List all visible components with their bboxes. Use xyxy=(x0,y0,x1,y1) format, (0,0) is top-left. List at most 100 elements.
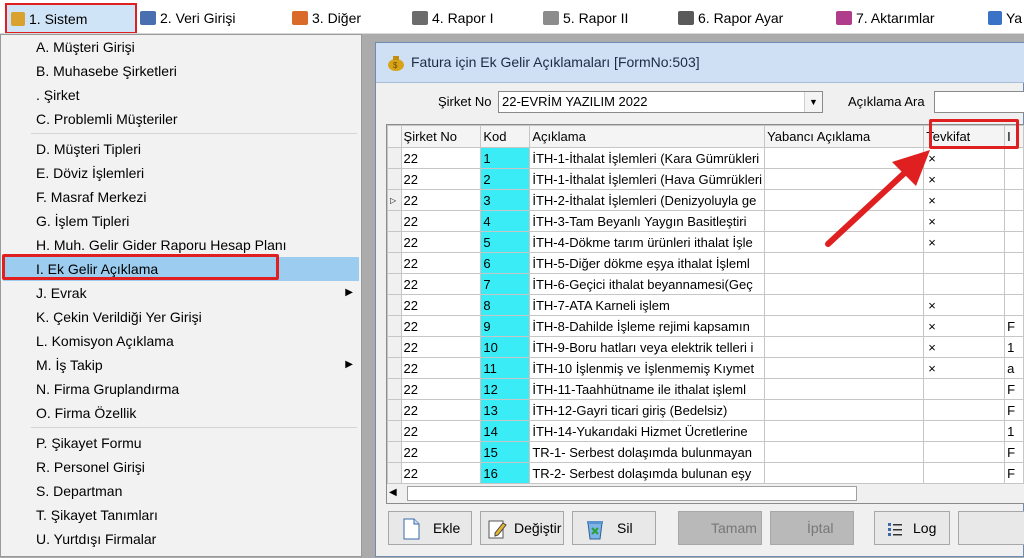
col-aciklama[interactable]: Açıklama xyxy=(529,125,766,148)
cell-kod[interactable]: 9 xyxy=(480,315,531,337)
cell-kod[interactable]: 14 xyxy=(480,420,531,442)
cell-tevkifat[interactable]: × xyxy=(923,336,1006,358)
menu-item-yurtdisi-firmalar[interactable]: U. Yurtdışı Firmalar xyxy=(3,527,359,551)
menu-item-masraf-merkezi[interactable]: F. Masraf Merkezi xyxy=(3,185,359,209)
cell-extra[interactable]: a xyxy=(1004,357,1024,379)
cell-yabanci-aciklama[interactable] xyxy=(764,273,925,295)
cell-extra[interactable]: 1 xyxy=(1004,420,1024,442)
table-row[interactable]: 22 6 İTH-5-Diğer dökme eşya ithalat İşleml xyxy=(387,252,1024,274)
cell-kod[interactable]: 7 xyxy=(480,273,531,295)
cell-kod[interactable]: 5 xyxy=(480,231,531,253)
table-row[interactable]: 22 10 İTH-9-Boru hatları veya elektrik tel… xyxy=(387,336,1024,358)
menu-item-komisyon-aciklama[interactable]: L. Komisyon Açıklama xyxy=(3,329,359,353)
extra-button[interactable] xyxy=(958,511,1024,545)
menu-item-firma-ozellik[interactable]: O. Firma Özellik xyxy=(3,401,359,425)
cell-sirket-no[interactable]: 22 xyxy=(400,441,482,463)
cell-sirket-no[interactable]: 22 xyxy=(400,210,482,232)
cell-kod[interactable]: 15 xyxy=(480,441,531,463)
cell-tevkifat[interactable] xyxy=(923,252,1006,274)
cell-tevkifat[interactable] xyxy=(923,378,1006,400)
cell-aciklama[interactable]: İTH-3-Tam Beyanlı Yaygın Basitleştiri xyxy=(529,210,766,232)
cell-tevkifat[interactable] xyxy=(923,273,1006,295)
cell-sirket-no[interactable]: 22 xyxy=(400,462,482,484)
table-row[interactable]: 22 12 İTH-11-Taahhütname ile ithalat işlem… xyxy=(387,378,1024,400)
cell-aciklama[interactable]: TR-1- Serbest dolaşımda bulunmayan xyxy=(529,441,766,463)
menu-item-cek-verilen-yer[interactable]: K. Çekin Verildiği Yer Girişi xyxy=(3,305,359,329)
cell-yabanci-aciklama[interactable] xyxy=(764,315,925,337)
cell-kod[interactable]: 3 xyxy=(480,189,531,211)
cell-sirket-no[interactable]: 22 xyxy=(400,189,482,211)
menu-item-sirket[interactable]: . Şirket xyxy=(3,83,359,107)
cell-kod[interactable]: 1 xyxy=(480,147,531,169)
cell-sirket-no[interactable]: 22 xyxy=(400,231,482,253)
cell-sirket-no[interactable]: 22 xyxy=(400,273,482,295)
cell-kod[interactable]: 12 xyxy=(480,378,531,400)
cell-tevkifat[interactable]: × xyxy=(923,294,1006,316)
cell-extra[interactable]: F xyxy=(1004,462,1024,484)
menu-item-is-takip[interactable]: M. İş Takip ▶ xyxy=(3,353,359,377)
cell-aciklama[interactable]: İTH-2-İthalat İşlemleri (Denizyoluyla ge xyxy=(529,189,766,211)
cell-extra[interactable]: F xyxy=(1004,378,1024,400)
iptal-button[interactable]: İptal xyxy=(770,511,854,545)
log-button[interactable]: Log xyxy=(874,511,950,545)
cell-yabanci-aciklama[interactable] xyxy=(764,357,925,379)
cell-extra[interactable] xyxy=(1004,147,1024,169)
cell-aciklama[interactable]: İTH-7-ATA Karneli işlem xyxy=(529,294,766,316)
cell-extra[interactable] xyxy=(1004,294,1024,316)
cell-kod[interactable]: 6 xyxy=(480,252,531,274)
cell-extra[interactable]: 1 xyxy=(1004,336,1024,358)
cell-yabanci-aciklama[interactable] xyxy=(764,252,925,274)
cell-yabanci-aciklama[interactable] xyxy=(764,441,925,463)
cell-aciklama[interactable]: İTH-6-Geçici ithalat beyannamesi(Geç xyxy=(529,273,766,295)
cell-sirket-no[interactable]: 22 xyxy=(400,315,482,337)
chevron-down-icon[interactable]: ▼ xyxy=(804,92,822,112)
sil-button[interactable]: Sil xyxy=(572,511,656,545)
cell-aciklama[interactable]: İTH-1-İthalat İşlemleri (Hava Gümrükleri xyxy=(529,168,766,190)
cell-sirket-no[interactable]: 22 xyxy=(400,378,482,400)
cell-kod[interactable]: 8 xyxy=(480,294,531,316)
cell-kod[interactable]: 2 xyxy=(480,168,531,190)
menu-rapor-1[interactable]: 4. Rapor I xyxy=(412,7,493,29)
cell-kod[interactable]: 4 xyxy=(480,210,531,232)
cell-sirket-no[interactable]: 22 xyxy=(400,168,482,190)
col-kod[interactable]: Kod xyxy=(480,125,531,148)
menu-item-sikayet-formu[interactable]: P. Şikayet Formu xyxy=(3,431,359,455)
window-titlebar[interactable]: $ Fatura için Ek Gelir Açıklamaları [For… xyxy=(376,43,1024,83)
cell-yabanci-aciklama[interactable] xyxy=(764,462,925,484)
ekle-button[interactable]: Ekle xyxy=(388,511,472,545)
menu-diger[interactable]: 3. Diğer xyxy=(292,7,361,29)
cell-sirket-no[interactable]: 22 xyxy=(400,252,482,274)
menu-item-personel-girisi[interactable]: R. Personel Girişi xyxy=(3,455,359,479)
cell-yabanci-aciklama[interactable] xyxy=(764,294,925,316)
cell-tevkifat[interactable] xyxy=(923,420,1006,442)
cell-sirket-no[interactable]: 22 xyxy=(400,420,482,442)
cell-aciklama[interactable]: İTH-8-Dahilde İşleme rejimi kapsamın xyxy=(529,315,766,337)
cell-extra[interactable] xyxy=(1004,252,1024,274)
cell-aciklama[interactable]: İTH-11-Taahhütname ile ithalat işleml xyxy=(529,378,766,400)
table-row[interactable]: 22 14 İTH-14-Yukarıdaki Hizmet Ücretlerine… xyxy=(387,420,1024,442)
cell-sirket-no[interactable]: 22 xyxy=(400,336,482,358)
cell-aciklama[interactable]: İTH-9-Boru hatları veya elektrik telleri… xyxy=(529,336,766,358)
cell-extra[interactable] xyxy=(1004,168,1024,190)
table-row[interactable]: 22 16 TR-2- Serbest dolaşımda bulunan eşy F xyxy=(387,462,1024,484)
menu-item-musteri-girisi[interactable]: A. Müşteri Girişi xyxy=(3,35,359,59)
cell-tevkifat[interactable] xyxy=(923,462,1006,484)
cell-extra[interactable]: F xyxy=(1004,315,1024,337)
scrollbar-thumb[interactable] xyxy=(407,486,857,501)
cell-extra[interactable]: F xyxy=(1004,399,1024,421)
cell-sirket-no[interactable]: 22 xyxy=(400,147,482,169)
cell-kod[interactable]: 16 xyxy=(480,462,531,484)
menu-item-sikayet-tanimlari[interactable]: T. Şikayet Tanımları xyxy=(3,503,359,527)
cell-aciklama[interactable]: TR-2- Serbest dolaşımda bulunan eşy xyxy=(529,462,766,484)
menu-item-doviz-islemleri[interactable]: E. Döviz İşlemleri xyxy=(3,161,359,185)
cell-tevkifat[interactable] xyxy=(923,441,1006,463)
cell-extra[interactable]: F xyxy=(1004,441,1024,463)
cell-tevkifat[interactable] xyxy=(923,399,1006,421)
table-row[interactable]: 22 11 İTH-10 İşlenmiş ve İşlenmemiş Kıymet… xyxy=(387,357,1024,379)
menu-yardim[interactable]: Ya xyxy=(988,7,1022,29)
cell-tevkifat[interactable]: × xyxy=(923,315,1006,337)
menu-item-muhasebe-sirketleri[interactable]: B. Muhasebe Şirketleri xyxy=(3,59,359,83)
cell-sirket-no[interactable]: 22 xyxy=(400,399,482,421)
degistir-button[interactable]: Değiştir xyxy=(480,511,564,545)
search-input[interactable] xyxy=(934,91,1024,113)
